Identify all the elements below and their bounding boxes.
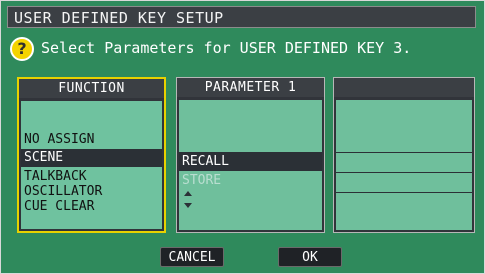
function-panel[interactable]: FUNCTION NO ASSIGN SCENE TALKBACK OSCILL… [17,77,166,233]
scroll-up-arrow-icon[interactable] [184,191,192,196]
ok-button[interactable]: OK [278,247,342,267]
parameter1-header: PARAMETER 1 [177,78,324,97]
function-item-cue-clear[interactable]: CUE CLEAR [21,198,162,216]
parameter2-header [334,78,474,97]
parameter2-panel[interactable] [333,77,475,233]
help-icon: ? [10,37,34,61]
user-defined-key-setup-dialog: USER DEFINED KEY SETUP ? Select Paramete… [0,0,485,274]
divider [336,172,472,173]
function-item-scene[interactable]: SCENE [21,149,162,167]
parameter1-panel[interactable]: PARAMETER 1 RECALL STORE [176,77,325,233]
divider [336,152,472,153]
instruction-text: Select Parameters for USER DEFINED KEY 3… [41,39,412,57]
function-list[interactable]: NO ASSIGN SCENE TALKBACK OSCILLATOR CUE … [21,101,162,229]
cancel-button[interactable]: CANCEL [160,247,224,267]
parameter1-item-recall[interactable]: RECALL [179,153,322,171]
parameter2-list[interactable] [336,100,472,230]
parameter1-item-store[interactable]: STORE [179,172,322,190]
function-header: FUNCTION [19,79,164,98]
parameter1-list[interactable]: RECALL STORE [179,100,322,230]
function-item-no-assign[interactable]: NO ASSIGN [21,131,162,149]
divider [336,192,472,193]
dialog-title: USER DEFINED KEY SETUP [14,9,224,27]
title-bar: USER DEFINED KEY SETUP [7,6,476,28]
scroll-down-arrow-icon[interactable] [184,203,192,208]
